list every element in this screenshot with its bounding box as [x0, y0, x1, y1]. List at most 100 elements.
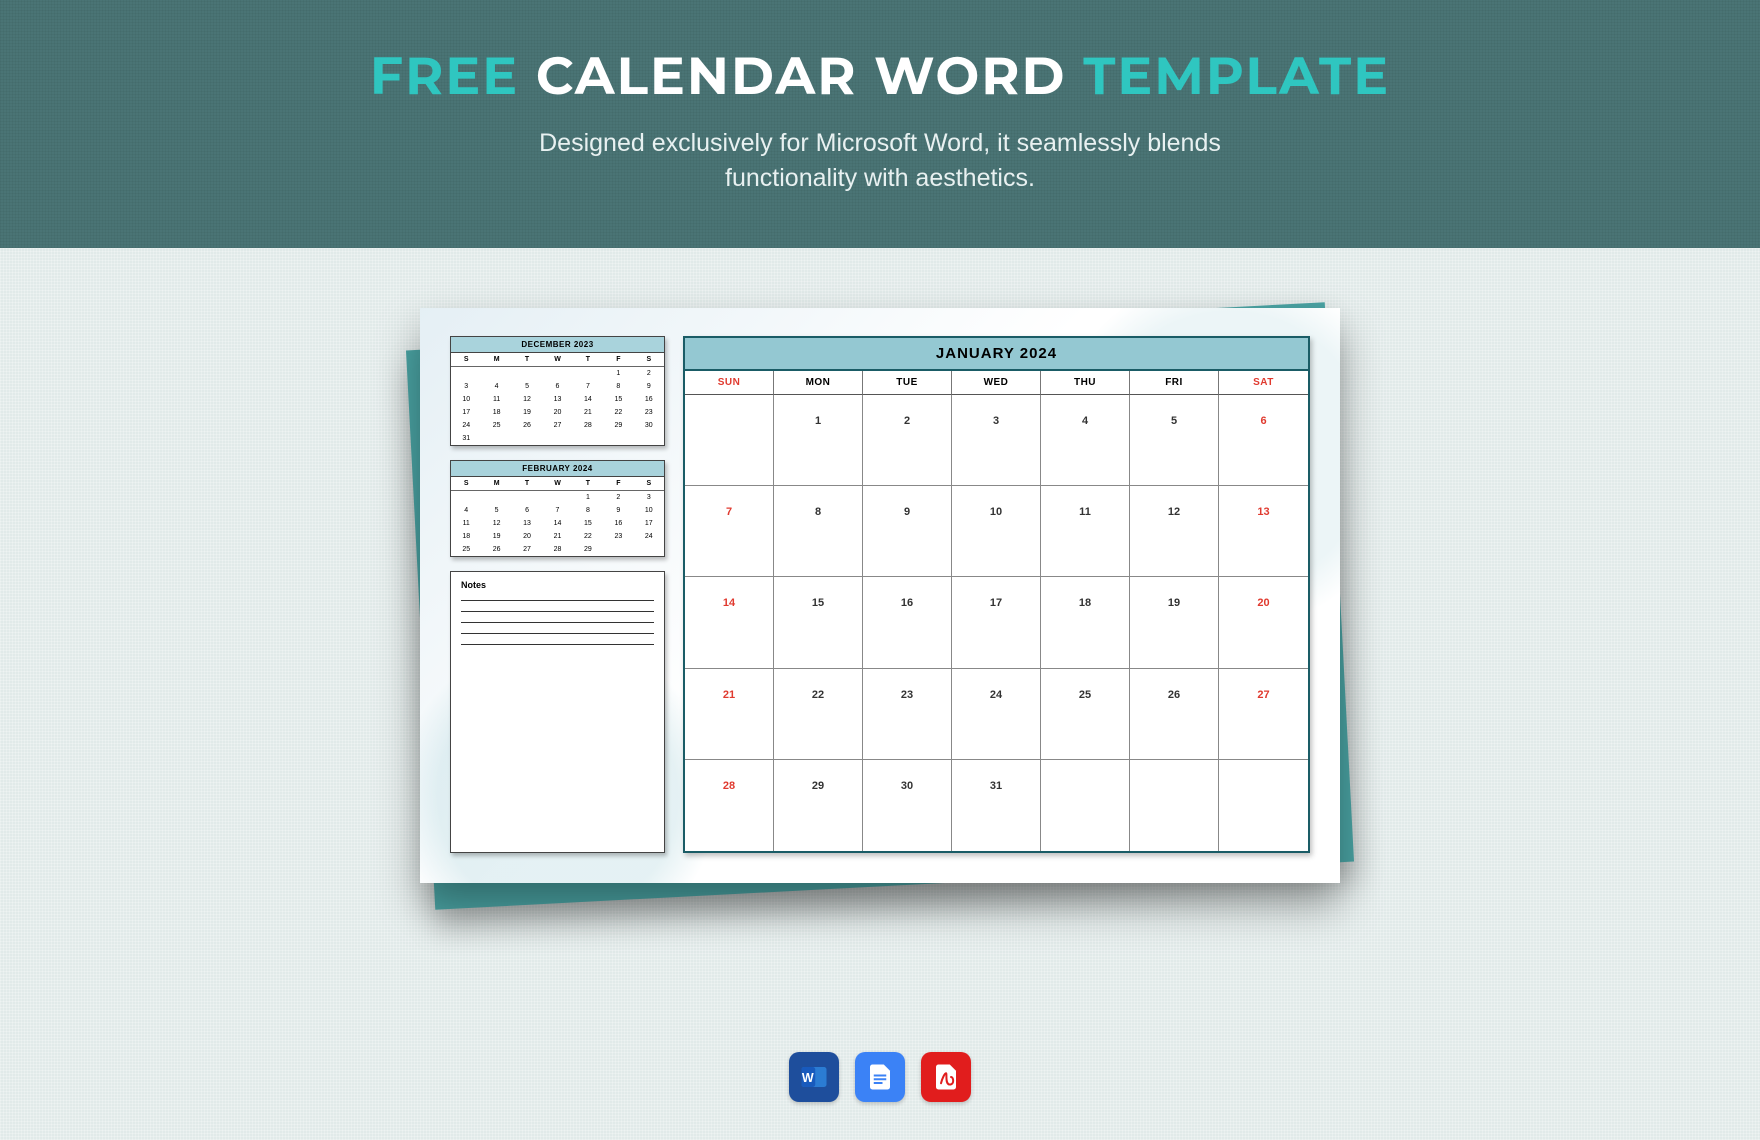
day-number: 18 [1079, 597, 1091, 609]
calendar-cell: 31 [952, 760, 1041, 851]
google-doc-icon[interactable] [855, 1052, 905, 1102]
mini-day-cell: 7 [542, 504, 572, 517]
mini-day-cell [451, 367, 481, 380]
mini-day-cell [512, 367, 542, 380]
mini-day-cell: 27 [542, 419, 572, 432]
notes-rule [461, 644, 654, 645]
notes-box: Notes [450, 571, 665, 853]
mini-day-header: F [603, 477, 633, 491]
mini-day-cell: 4 [451, 504, 481, 517]
mini-day-cell: 19 [481, 530, 511, 543]
day-number: 3 [993, 415, 999, 427]
day-number: 21 [723, 689, 735, 701]
file-type-icons: W [789, 1052, 971, 1102]
day-number: 26 [1168, 689, 1180, 701]
calendar-cell: 7 [685, 486, 774, 577]
mini-day-cell: 22 [603, 406, 633, 419]
mini-day-cell: 23 [634, 406, 664, 419]
mini-day-cell: 8 [603, 380, 633, 393]
mini-calendar-prev: DECEMBER 2023 SMTWTFS1234567891011121314… [450, 336, 665, 446]
day-number: 30 [901, 780, 913, 792]
mini-day-header: S [634, 477, 664, 491]
calendar-cell: 5 [1130, 395, 1219, 486]
mini-day-cell [542, 491, 572, 504]
calendar-cell: 4 [1041, 395, 1130, 486]
mini-day-cell: 6 [512, 504, 542, 517]
day-number: 31 [990, 780, 1002, 792]
day-number: 29 [812, 780, 824, 792]
dow-wed: WED [952, 371, 1041, 395]
day-number: 13 [1257, 506, 1269, 518]
mini-day-cell: 1 [573, 491, 603, 504]
calendar-cell: 17 [952, 577, 1041, 668]
template-page: DECEMBER 2023 SMTWTFS1234567891011121314… [420, 308, 1340, 883]
mini-day-cell: 9 [634, 380, 664, 393]
calendar-cell [685, 395, 774, 486]
mini-day-header: W [542, 353, 572, 367]
mini-day-cell: 1 [603, 367, 633, 380]
dow-sun: SUN [685, 371, 774, 395]
notes-rule [461, 633, 654, 634]
mini-day-cell: 18 [481, 406, 511, 419]
main-calendar: JANUARY 2024 SUNMONTUEWEDTHUFRISAT 12345… [683, 336, 1310, 853]
mini-day-header: T [512, 477, 542, 491]
mini-day-cell [634, 432, 664, 445]
dow-mon: MON [774, 371, 863, 395]
subtitle-line-2: functionality with aesthetics. [40, 161, 1720, 196]
mini-day-cell: 5 [512, 380, 542, 393]
mini-day-cell: 13 [512, 517, 542, 530]
mini-next-title: FEBRUARY 2024 [451, 461, 664, 477]
day-number: 12 [1168, 506, 1180, 518]
mini-day-cell: 26 [481, 543, 511, 556]
title-word-middle: CALENDAR WORD [536, 45, 1067, 108]
mini-day-cell: 13 [542, 393, 572, 406]
calendar-cell: 23 [863, 669, 952, 760]
mini-day-header: M [481, 477, 511, 491]
main-calendar-grid: 1234567891011121314151617181920212223242… [685, 395, 1308, 851]
mini-day-cell: 10 [634, 504, 664, 517]
pdf-icon[interactable] [921, 1052, 971, 1102]
mini-day-cell [512, 491, 542, 504]
notes-label: Notes [461, 580, 654, 590]
calendar-cell: 11 [1041, 486, 1130, 577]
word-icon[interactable]: W [789, 1052, 839, 1102]
day-number: 17 [990, 597, 1002, 609]
mini-day-cell: 6 [542, 380, 572, 393]
mini-day-cell: 29 [603, 419, 633, 432]
mini-day-cell: 16 [634, 393, 664, 406]
mini-day-cell: 3 [451, 380, 481, 393]
mini-day-cell: 22 [573, 530, 603, 543]
mini-day-cell: 20 [542, 406, 572, 419]
dow-sat: SAT [1219, 371, 1308, 395]
mini-day-cell: 16 [603, 517, 633, 530]
mini-day-cell: 24 [634, 530, 664, 543]
day-number: 16 [901, 597, 913, 609]
calendar-cell: 26 [1130, 669, 1219, 760]
calendar-cell: 6 [1219, 395, 1308, 486]
day-number: 20 [1257, 597, 1269, 609]
mini-day-cell: 21 [542, 530, 572, 543]
day-number: 15 [812, 597, 824, 609]
calendar-cell: 9 [863, 486, 952, 577]
mini-day-cell: 25 [481, 419, 511, 432]
mini-day-cell: 18 [451, 530, 481, 543]
mini-day-cell [573, 367, 603, 380]
day-of-week-row: SUNMONTUEWEDTHUFRISAT [685, 371, 1308, 395]
mini-day-cell: 4 [481, 380, 511, 393]
mini-day-cell: 15 [573, 517, 603, 530]
day-number: 7 [726, 506, 732, 518]
mini-day-cell: 5 [481, 504, 511, 517]
calendar-cell [1130, 760, 1219, 851]
calendar-cell: 30 [863, 760, 952, 851]
day-number: 28 [723, 780, 735, 792]
mini-day-cell [542, 432, 572, 445]
dow-thu: THU [1041, 371, 1130, 395]
mini-day-cell: 8 [573, 504, 603, 517]
mini-day-cell [542, 367, 572, 380]
mini-day-cell: 29 [573, 543, 603, 556]
day-number: 8 [815, 506, 821, 518]
day-number: 6 [1260, 415, 1266, 427]
calendar-cell: 21 [685, 669, 774, 760]
mini-day-cell: 19 [512, 406, 542, 419]
day-number: 2 [904, 415, 910, 427]
